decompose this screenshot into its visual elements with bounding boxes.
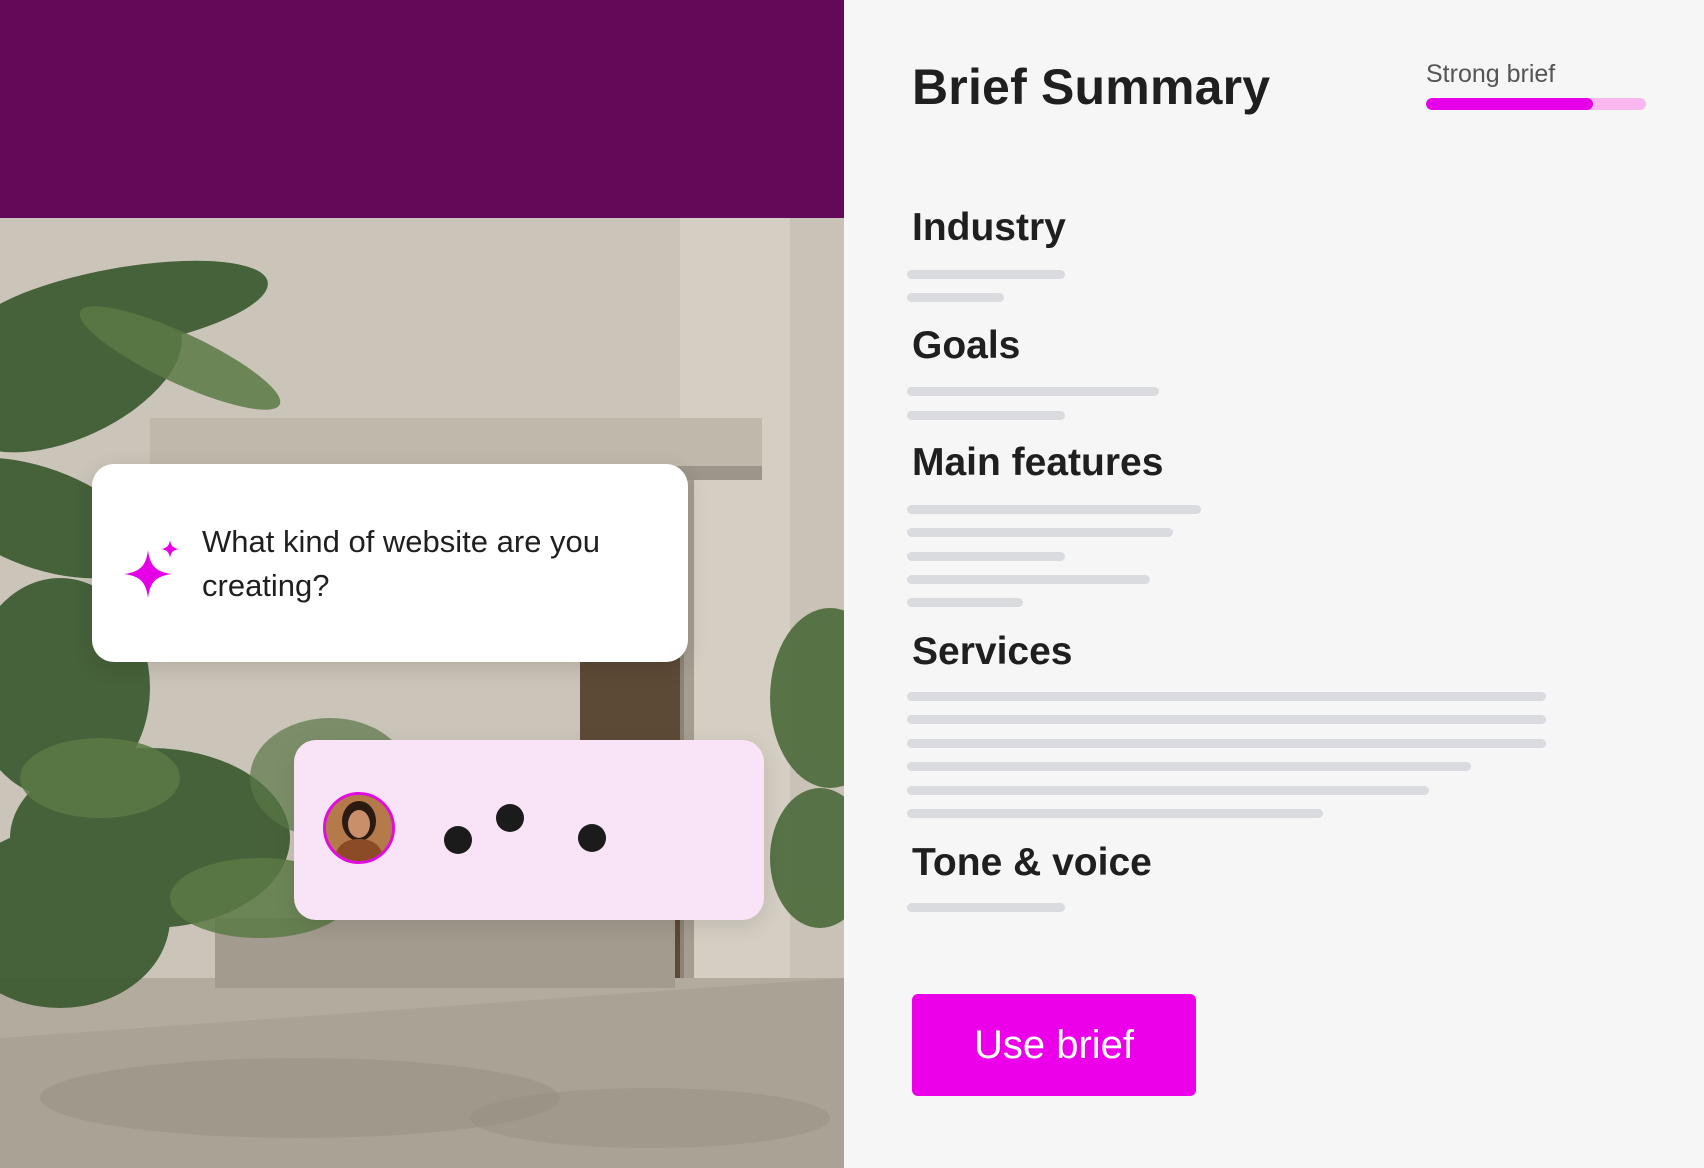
placeholder-line	[907, 270, 1065, 279]
section-heading-main-features: Main features	[912, 441, 1164, 484]
placeholder-line	[907, 293, 1004, 302]
section-heading-goals: Goals	[912, 324, 1021, 367]
section-heading-tone-voice: Tone & voice	[912, 841, 1152, 884]
placeholder-line	[907, 809, 1323, 818]
sparkle-icon	[124, 540, 179, 598]
section-heading-industry: Industry	[912, 206, 1066, 249]
placeholder-line	[907, 552, 1065, 561]
section-heading-services: Services	[912, 630, 1073, 673]
preview-area: What kind of website are you creating?	[0, 0, 844, 1168]
use-brief-button[interactable]: Use brief	[912, 994, 1196, 1096]
brand-band	[0, 0, 844, 218]
assistant-message: What kind of website are you creating?	[92, 464, 688, 662]
placeholder-line	[907, 528, 1173, 537]
placeholder-line	[907, 692, 1546, 701]
background-photo	[0, 218, 844, 1168]
user-message	[294, 740, 764, 920]
placeholder-line	[907, 387, 1159, 396]
placeholder-line	[907, 739, 1546, 748]
placeholder-line	[907, 762, 1471, 771]
placeholder-line	[907, 505, 1201, 514]
typing-dot	[578, 824, 606, 852]
placeholder-line	[907, 411, 1065, 420]
brief-strength-meter	[1426, 98, 1646, 110]
brief-strength-fill	[1426, 98, 1594, 110]
page-title: Brief Summary	[912, 59, 1271, 115]
assistant-question: What kind of website are you creating?	[202, 524, 601, 603]
typing-dot	[444, 826, 472, 854]
avatar	[323, 792, 395, 864]
brief-summary-panel: Brief Summary Strong brief Industry Goal…	[844, 0, 1704, 1168]
placeholder-line	[907, 575, 1150, 584]
placeholder-line	[907, 903, 1065, 912]
placeholder-line	[907, 786, 1429, 795]
brief-strength-label: Strong brief	[1426, 60, 1556, 88]
placeholder-line	[907, 715, 1546, 724]
typing-dot	[496, 804, 524, 832]
placeholder-line	[907, 598, 1023, 607]
